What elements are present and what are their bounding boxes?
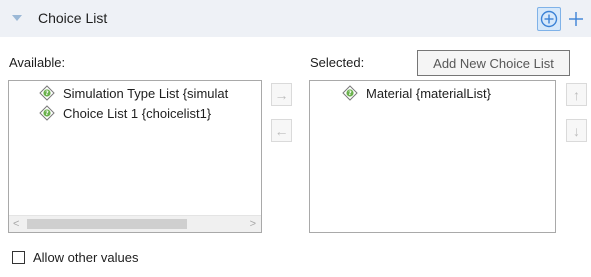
svg-text:?: ? <box>45 90 49 97</box>
collapse-arrow-icon[interactable] <box>12 15 22 21</box>
horizontal-scrollbar[interactable]: < > <box>9 215 261 232</box>
allow-other-values-checkbox[interactable] <box>12 251 25 264</box>
add-new-choice-list-button[interactable] <box>537 7 561 31</box>
list-item-label: Choice List 1 {choicelist1} <box>63 105 212 121</box>
list-item[interactable]: ? Material {materialList} <box>342 84 491 102</box>
allow-other-values-label: Allow other values <box>33 250 139 265</box>
allow-other-values-row[interactable]: Allow other values <box>12 250 139 265</box>
selected-listbox[interactable]: ? Material {materialList} <box>309 80 556 233</box>
scroll-left-icon[interactable]: < <box>13 219 19 230</box>
selected-label: Selected: <box>310 55 365 70</box>
svg-text:?: ? <box>348 90 352 97</box>
section-header[interactable]: Choice List <box>0 0 591 37</box>
available-listbox[interactable]: ? Simulation Type List {simulat ? Choice… <box>8 80 262 233</box>
svg-text:?: ? <box>45 110 49 117</box>
circle-plus-icon <box>540 10 558 28</box>
move-up-button[interactable]: ↑ <box>566 83 587 106</box>
list-item-label: Simulation Type List {simulat <box>63 85 229 101</box>
choice-list-icon: ? <box>39 85 55 101</box>
choice-list-icon: ? <box>342 85 358 101</box>
move-right-button[interactable]: → <box>271 83 292 106</box>
plus-icon <box>569 12 583 26</box>
scroll-thumb[interactable] <box>27 219 187 229</box>
scroll-right-icon[interactable]: > <box>250 219 256 230</box>
list-item-label: Material {materialList} <box>366 85 491 101</box>
available-label: Available: <box>9 55 66 70</box>
section-title: Choice List <box>38 10 108 26</box>
list-item[interactable]: ? Simulation Type List {simulat <box>39 84 228 102</box>
move-down-button[interactable]: ↓ <box>566 119 587 142</box>
tooltip: Add New Choice List <box>417 50 570 76</box>
move-left-button[interactable]: ← <box>271 119 292 142</box>
choice-list-icon: ? <box>39 105 55 121</box>
add-button[interactable] <box>564 7 588 31</box>
list-item[interactable]: ? Choice List 1 {choicelist1} <box>39 104 211 122</box>
